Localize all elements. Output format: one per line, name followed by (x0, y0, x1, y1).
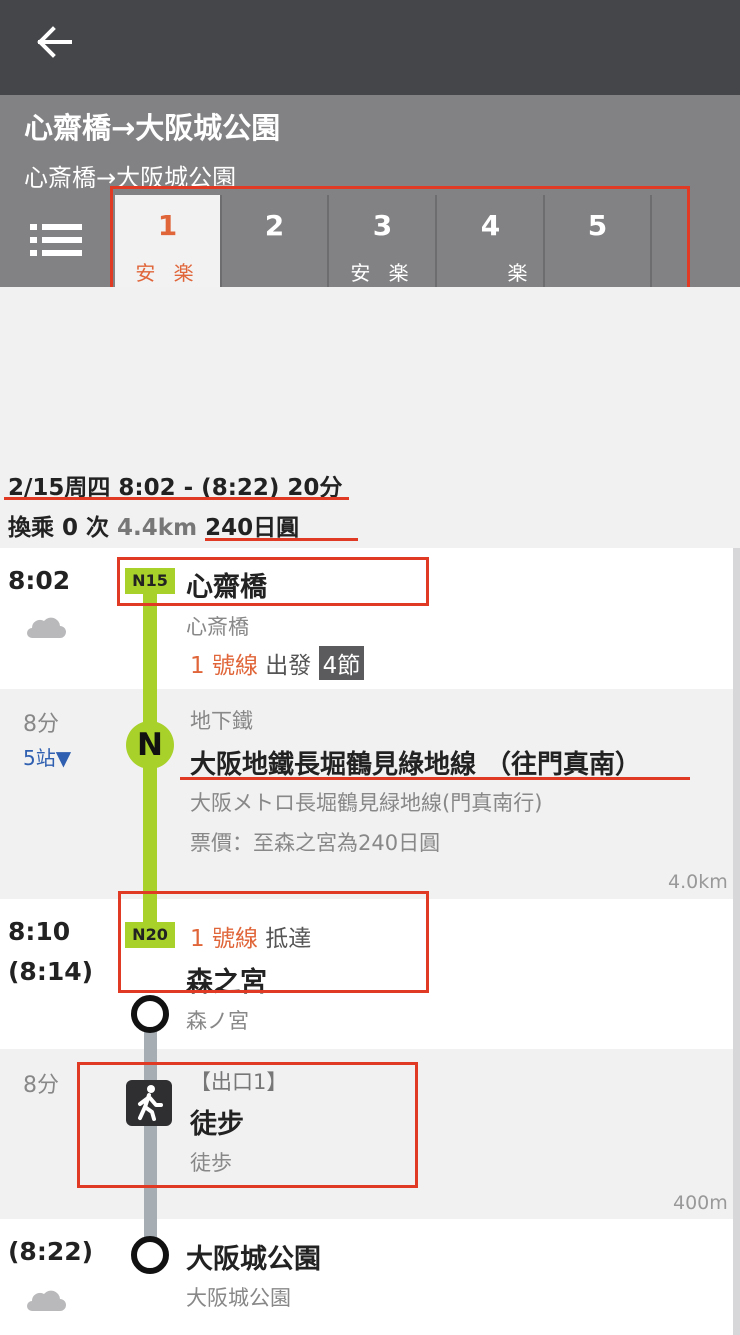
arrive-time-alt: (8:14) (8, 957, 94, 986)
back-arrow-icon[interactable] (34, 22, 74, 62)
annotation-box-depart (117, 557, 429, 606)
trip-distance: 4.4km (117, 515, 198, 541)
arrive-time: 8:10 (8, 917, 71, 946)
depart-line-info: 1 號線 出發 4節 (190, 646, 365, 680)
line-n-icon: N (126, 721, 174, 769)
stops-toggle[interactable]: 5站▼ (23, 742, 71, 771)
dest-time: (8:22) (8, 1237, 94, 1266)
list-icon[interactable] (28, 218, 84, 262)
ride-duration: 8分 (23, 712, 59, 737)
step-destination[interactable] (0, 1219, 733, 1335)
cloud-icon (27, 1290, 66, 1311)
route-title: 心齋橋→大阪城公園 (24, 111, 281, 145)
annotation-box-walk (77, 1062, 418, 1188)
destination-node (131, 1236, 169, 1274)
line-label: 1 號線 (190, 653, 258, 679)
walk-duration: 8分 (23, 1073, 59, 1098)
depart-station-name-jp: 心斎橋 (186, 615, 249, 639)
annotation-underline-datetime (4, 497, 349, 500)
transport-mode: 地下鐵 (190, 709, 253, 733)
cloud-icon (27, 617, 66, 638)
scrollbar[interactable] (733, 548, 740, 1335)
depart-action: 出發 (265, 653, 312, 679)
annotation-box-tabs (110, 186, 690, 292)
walk-distance: 400m (673, 1192, 728, 1214)
ride-distance: 4.0km (668, 871, 728, 893)
trip-summary: 換乘 0 次 4.4km 240日圓 (8, 508, 299, 542)
depart-time: 8:02 (8, 566, 71, 595)
top-bar (0, 0, 740, 95)
fare-note: 票價：至森之宮為240日圓 (190, 831, 441, 855)
annotation-underline-fare (205, 538, 358, 541)
annotation-box-arrive (118, 891, 429, 993)
dest-station-name: 大阪城公園 (186, 1244, 321, 1275)
transfer-node (131, 995, 169, 1033)
line-name-jp: 大阪メトロ長堀鶴見緑地線(門真南行) (190, 791, 543, 815)
car-count-badge: 4節 (318, 646, 365, 680)
annotation-underline-line (180, 777, 690, 780)
arrive-station-name-jp: 森ノ宮 (186, 1009, 249, 1033)
line-name: 大阪地鐵長堀鶴見綠地線 （往門真南） (190, 750, 642, 780)
dest-station-name-jp: 大阪城公園 (186, 1286, 291, 1310)
transfer-count: 換乘 0 次 (8, 515, 110, 541)
